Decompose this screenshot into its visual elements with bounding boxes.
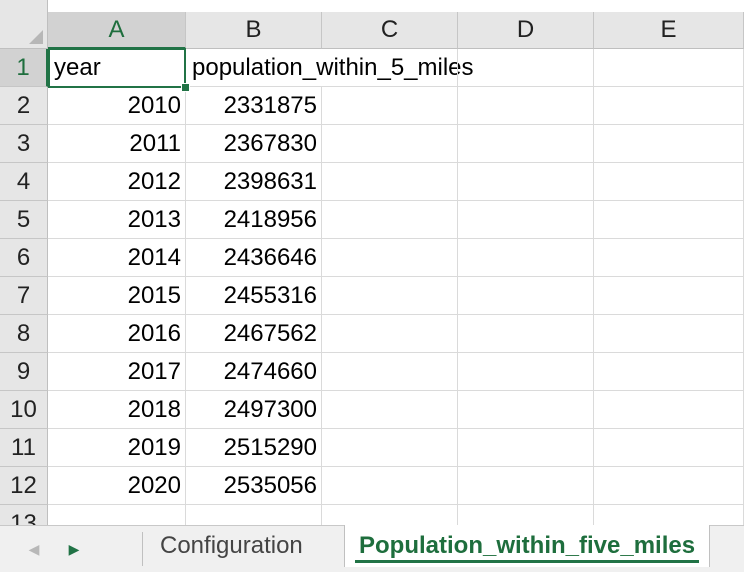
cell-a5[interactable]: 2013	[48, 201, 186, 239]
fill-handle[interactable]	[181, 83, 190, 92]
row-header-1[interactable]: 1	[0, 49, 48, 87]
cell-b7[interactable]: 2455316	[186, 277, 322, 315]
cell-e6[interactable]	[594, 239, 744, 277]
cell-e3[interactable]	[594, 125, 744, 163]
cell-e11[interactable]	[594, 429, 744, 467]
cell-d9[interactable]	[458, 353, 594, 391]
cell-d10[interactable]	[458, 391, 594, 429]
cell-b5[interactable]: 2418956	[186, 201, 322, 239]
row-header-10[interactable]: 10	[0, 391, 48, 429]
cell-a1[interactable]: year	[48, 49, 186, 87]
cell-a3[interactable]: 2011	[48, 125, 186, 163]
cell-d4[interactable]	[458, 163, 594, 201]
cell-e2[interactable]	[594, 87, 744, 125]
cell-b2[interactable]: 2331875	[186, 87, 322, 125]
cell-e12[interactable]	[594, 467, 744, 505]
column-header-e[interactable]: E	[594, 12, 744, 49]
cell-e10[interactable]	[594, 391, 744, 429]
cell-c10[interactable]	[322, 391, 458, 429]
row-header-12[interactable]: 12	[0, 467, 48, 505]
row-header-11[interactable]: 11	[0, 429, 48, 467]
cell-c12[interactable]	[322, 467, 458, 505]
row-header-4[interactable]: 4	[0, 163, 48, 201]
cell-a6[interactable]: 2014	[48, 239, 186, 277]
cell-c13[interactable]	[322, 505, 458, 525]
spreadsheet-grid: A B C D E 1 2 3 4 5 6 7 8 9 10 11 12 13 …	[0, 0, 744, 525]
select-all-corner[interactable]	[0, 0, 48, 49]
cell-c5[interactable]	[322, 201, 458, 239]
cell-c1[interactable]	[322, 49, 458, 87]
cell-d7[interactable]	[458, 277, 594, 315]
cell-a12[interactable]: 2020	[48, 467, 186, 505]
row-header-3[interactable]: 3	[0, 125, 48, 163]
cell-b12[interactable]: 2535056	[186, 467, 322, 505]
column-header-b[interactable]: B	[186, 12, 322, 49]
column-header-d[interactable]: D	[458, 12, 594, 49]
cell-b11[interactable]: 2515290	[186, 429, 322, 467]
cell-b8[interactable]: 2467562	[186, 315, 322, 353]
cell-e7[interactable]	[594, 277, 744, 315]
cell-c2[interactable]	[322, 87, 458, 125]
cell-d1[interactable]	[458, 49, 594, 87]
cell-d2[interactable]	[458, 87, 594, 125]
cell-b10[interactable]: 2497300	[186, 391, 322, 429]
row-header-5[interactable]: 5	[0, 201, 48, 239]
cell-e8[interactable]	[594, 315, 744, 353]
cell-c7[interactable]	[322, 277, 458, 315]
tab-population-within-five-miles[interactable]: Population_within_five_miles	[344, 525, 711, 567]
cell-a2[interactable]: 2010	[48, 87, 186, 125]
row-header-2[interactable]: 2	[0, 87, 48, 125]
cell-a13[interactable]	[48, 505, 186, 525]
row-header-13[interactable]: 13	[0, 505, 48, 525]
cell-c11[interactable]	[322, 429, 458, 467]
cell-c9[interactable]	[322, 353, 458, 391]
cell-e13[interactable]	[594, 505, 744, 525]
cell-b9[interactable]: 2474660	[186, 353, 322, 391]
row-header-9[interactable]: 9	[0, 353, 48, 391]
active-tab-underline	[355, 560, 700, 563]
cell-d6[interactable]	[458, 239, 594, 277]
cell-d13[interactable]	[458, 505, 594, 525]
column-header-a[interactable]: A	[48, 12, 186, 49]
cell-d3[interactable]	[458, 125, 594, 163]
row-header-8[interactable]: 8	[0, 315, 48, 353]
cell-a10[interactable]: 2018	[48, 391, 186, 429]
cell-e9[interactable]	[594, 353, 744, 391]
tab-active-label: Population_within_five_miles	[359, 532, 696, 559]
row-header-6[interactable]: 6	[0, 239, 48, 277]
cell-c3[interactable]	[322, 125, 458, 163]
cell-c6[interactable]	[322, 239, 458, 277]
column-header-c[interactable]: C	[322, 12, 458, 49]
scroll-tabs-left-icon[interactable]: ◀	[24, 538, 44, 560]
row-header-7[interactable]: 7	[0, 277, 48, 315]
cell-a8[interactable]: 2016	[48, 315, 186, 353]
cell-a9[interactable]: 2017	[48, 353, 186, 391]
cell-c4[interactable]	[322, 163, 458, 201]
select-all-triangle-icon	[29, 30, 43, 44]
cell-e4[interactable]	[594, 163, 744, 201]
header-top-strip	[48, 0, 744, 12]
sheet-tab-bar: ◀ ▶ Configuration Population_within_five…	[0, 525, 744, 572]
cell-d11[interactable]	[458, 429, 594, 467]
cell-b4[interactable]: 2398631	[186, 163, 322, 201]
cell-a4[interactable]: 2012	[48, 163, 186, 201]
tab-configuration[interactable]: Configuration	[160, 526, 303, 566]
cell-a7[interactable]: 2015	[48, 277, 186, 315]
scroll-tabs-right-icon[interactable]: ▶	[64, 538, 84, 560]
cell-e5[interactable]	[594, 201, 744, 239]
cell-e1[interactable]	[594, 49, 744, 87]
cell-b3[interactable]: 2367830	[186, 125, 322, 163]
cell-d5[interactable]	[458, 201, 594, 239]
tab-divider	[142, 532, 143, 566]
cell-a11[interactable]: 2019	[48, 429, 186, 467]
cell-b13[interactable]	[186, 505, 322, 525]
cell-b1[interactable]: population_within_5_miles	[186, 49, 474, 87]
cell-b6[interactable]: 2436646	[186, 239, 322, 277]
cell-d8[interactable]	[458, 315, 594, 353]
cell-d12[interactable]	[458, 467, 594, 505]
cell-c8[interactable]	[322, 315, 458, 353]
